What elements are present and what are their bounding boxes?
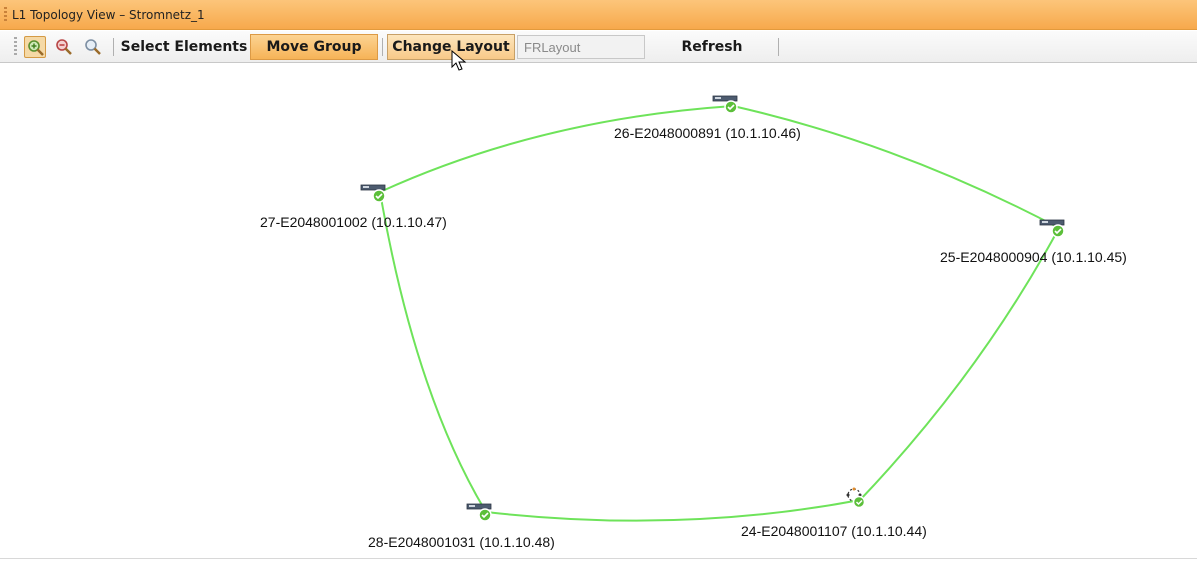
mouse-cursor-icon: [451, 50, 467, 71]
node-label: 24-E2048001107 (10.1.10.44): [741, 523, 927, 539]
refresh-button[interactable]: Refresh: [660, 34, 764, 60]
topology-link: [485, 499, 861, 522]
toolbar-grip-icon[interactable]: [14, 37, 17, 57]
zoom-reset-button[interactable]: [82, 36, 104, 58]
zoom-in-icon: [28, 40, 44, 56]
move-group-button[interactable]: Move Group: [250, 34, 378, 60]
node-26-icon[interactable]: [711, 92, 739, 114]
network-switch-icon: [1039, 219, 1065, 238]
network-switch-icon: [360, 184, 386, 203]
zoom-in-button[interactable]: [24, 36, 46, 58]
title-bar: L1 Topology View – Stromnetz_1: [0, 0, 1197, 30]
node-28-icon[interactable]: [465, 500, 493, 522]
topology-link: [379, 105, 734, 193]
node-label: 28-E2048001031 (10.1.10.48): [368, 534, 555, 550]
toolbar: Select Elements Move Group Change Layout…: [0, 31, 1197, 63]
layout-name-field[interactable]: FRLayout: [517, 35, 645, 59]
zoom-out-button[interactable]: [53, 36, 75, 58]
zoom-out-icon: [56, 39, 72, 55]
toolbar-separator: [113, 38, 114, 56]
bottom-border: [0, 558, 1197, 559]
network-node-selected-icon: [846, 487, 866, 509]
node-27-icon[interactable]: [359, 181, 387, 203]
node-24-icon[interactable]: [842, 486, 870, 509]
node-25-icon[interactable]: [1038, 216, 1066, 238]
network-switch-icon: [712, 95, 738, 114]
topology-link: [859, 227, 1060, 501]
drag-grip-icon[interactable]: [4, 7, 7, 23]
node-label: 26-E2048000891 (10.1.10.46): [614, 125, 801, 141]
window-title: L1 Topology View – Stromnetz_1: [12, 8, 205, 22]
topology-link: [379, 191, 487, 513]
topology-links: [379, 105, 1060, 522]
toolbar-separator: [778, 38, 779, 56]
zoom-reset-icon: [85, 39, 101, 55]
topology-canvas[interactable]: 26-E2048000891 (10.1.10.46) 27-E20480010…: [0, 64, 1197, 558]
node-label: 27-E2048001002 (10.1.10.47): [260, 214, 447, 230]
select-elements-button[interactable]: Select Elements: [119, 34, 249, 60]
network-switch-icon: [466, 503, 492, 522]
toolbar-separator: [382, 38, 383, 56]
node-label: 25-E2048000904 (10.1.10.45): [940, 249, 1127, 265]
